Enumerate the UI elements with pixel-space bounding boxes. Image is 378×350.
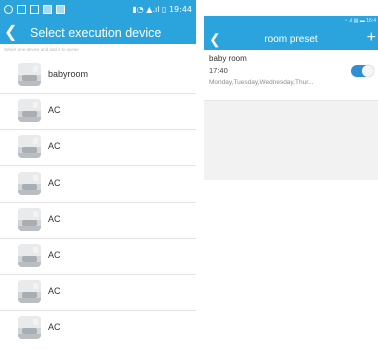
signal-icon: ◔ .ıl ▤ ▬ xyxy=(344,18,367,24)
status-time: ◔ .ıl ▤ ▬ 16:4 xyxy=(344,18,376,24)
preset-days: Monday,Tuesday,Wednesday,Thur... xyxy=(209,79,314,86)
device-label: AC xyxy=(48,250,61,260)
preset-list: baby room 17:40 Monday,Tuesday,Wednesday… xyxy=(204,50,378,180)
device-label: AC xyxy=(48,286,61,297)
device-list-item[interactable]: AC xyxy=(0,311,196,347)
room-thumbnail xyxy=(18,207,41,231)
add-preset-button[interactable]: + xyxy=(367,27,376,49)
device-list-item[interactable]: AC xyxy=(0,130,196,167)
preset-item[interactable]: baby room 17:40 Monday,Tuesday,Wednesday… xyxy=(204,50,378,101)
plus-icon: + xyxy=(366,29,376,46)
room-thumbnail xyxy=(18,316,41,340)
status-bar: ▮◔ ▲.ıl ▯ 19:44 xyxy=(0,0,196,22)
room-preset-screen: ◔ .ıl ▤ ▬ 16:4 ❮ room preset + baby room… xyxy=(204,16,378,350)
notification-icon xyxy=(4,5,13,14)
page-subtitle: Select one device and add it to scene xyxy=(4,47,79,52)
signal-icon: ▮◔ ▲.ıl ▯ xyxy=(132,5,169,14)
room-thumbnail xyxy=(18,171,41,195)
toggle-knob xyxy=(362,65,374,77)
device-label: AC xyxy=(48,213,61,224)
chevron-left-icon: ❮ xyxy=(4,24,18,41)
device-list-item[interactable]: AC xyxy=(0,94,196,131)
title-bar: ❮ room preset + xyxy=(204,28,378,50)
page-title: Select execution device xyxy=(30,26,162,40)
page-title: room preset xyxy=(264,34,318,45)
device-list-item[interactable]: AC xyxy=(0,167,196,203)
device-list-item[interactable]: AC xyxy=(0,203,196,239)
clock: 19:44 xyxy=(168,5,192,14)
room-thumbnail xyxy=(18,99,41,123)
device-label: AC xyxy=(48,322,61,333)
preset-time: 17:40 xyxy=(209,66,228,75)
preset-enabled-toggle[interactable] xyxy=(351,65,374,77)
image-icon xyxy=(43,5,52,14)
clock: 16:4 xyxy=(366,18,376,24)
mail-icon xyxy=(30,5,39,14)
app-icon xyxy=(56,5,65,14)
device-list-item[interactable]: babyroom xyxy=(0,58,196,94)
device-label: AC xyxy=(48,105,61,116)
device-label: AC xyxy=(48,141,61,152)
status-time: ▮◔ ▲.ıl ▯ 19:44 xyxy=(132,5,192,14)
room-thumbnail xyxy=(18,244,41,267)
select-device-screen: ▮◔ ▲.ıl ▯ 19:44 ❮ Select execution devic… xyxy=(0,0,196,350)
usb-icon xyxy=(17,5,26,14)
back-button[interactable]: ❮ xyxy=(4,23,17,43)
status-bar: ◔ .ıl ▤ ▬ 16:4 xyxy=(204,16,378,28)
room-thumbnail xyxy=(18,63,41,86)
device-label: babyroom xyxy=(48,69,89,79)
title-bar: ❮ Select execution device xyxy=(0,22,196,44)
preset-name: baby room xyxy=(209,54,247,63)
device-label: AC xyxy=(48,177,61,188)
room-thumbnail xyxy=(18,135,41,159)
device-list-item[interactable]: AC xyxy=(0,239,196,275)
device-list-item[interactable]: AC xyxy=(0,275,196,312)
room-thumbnail xyxy=(18,280,41,304)
